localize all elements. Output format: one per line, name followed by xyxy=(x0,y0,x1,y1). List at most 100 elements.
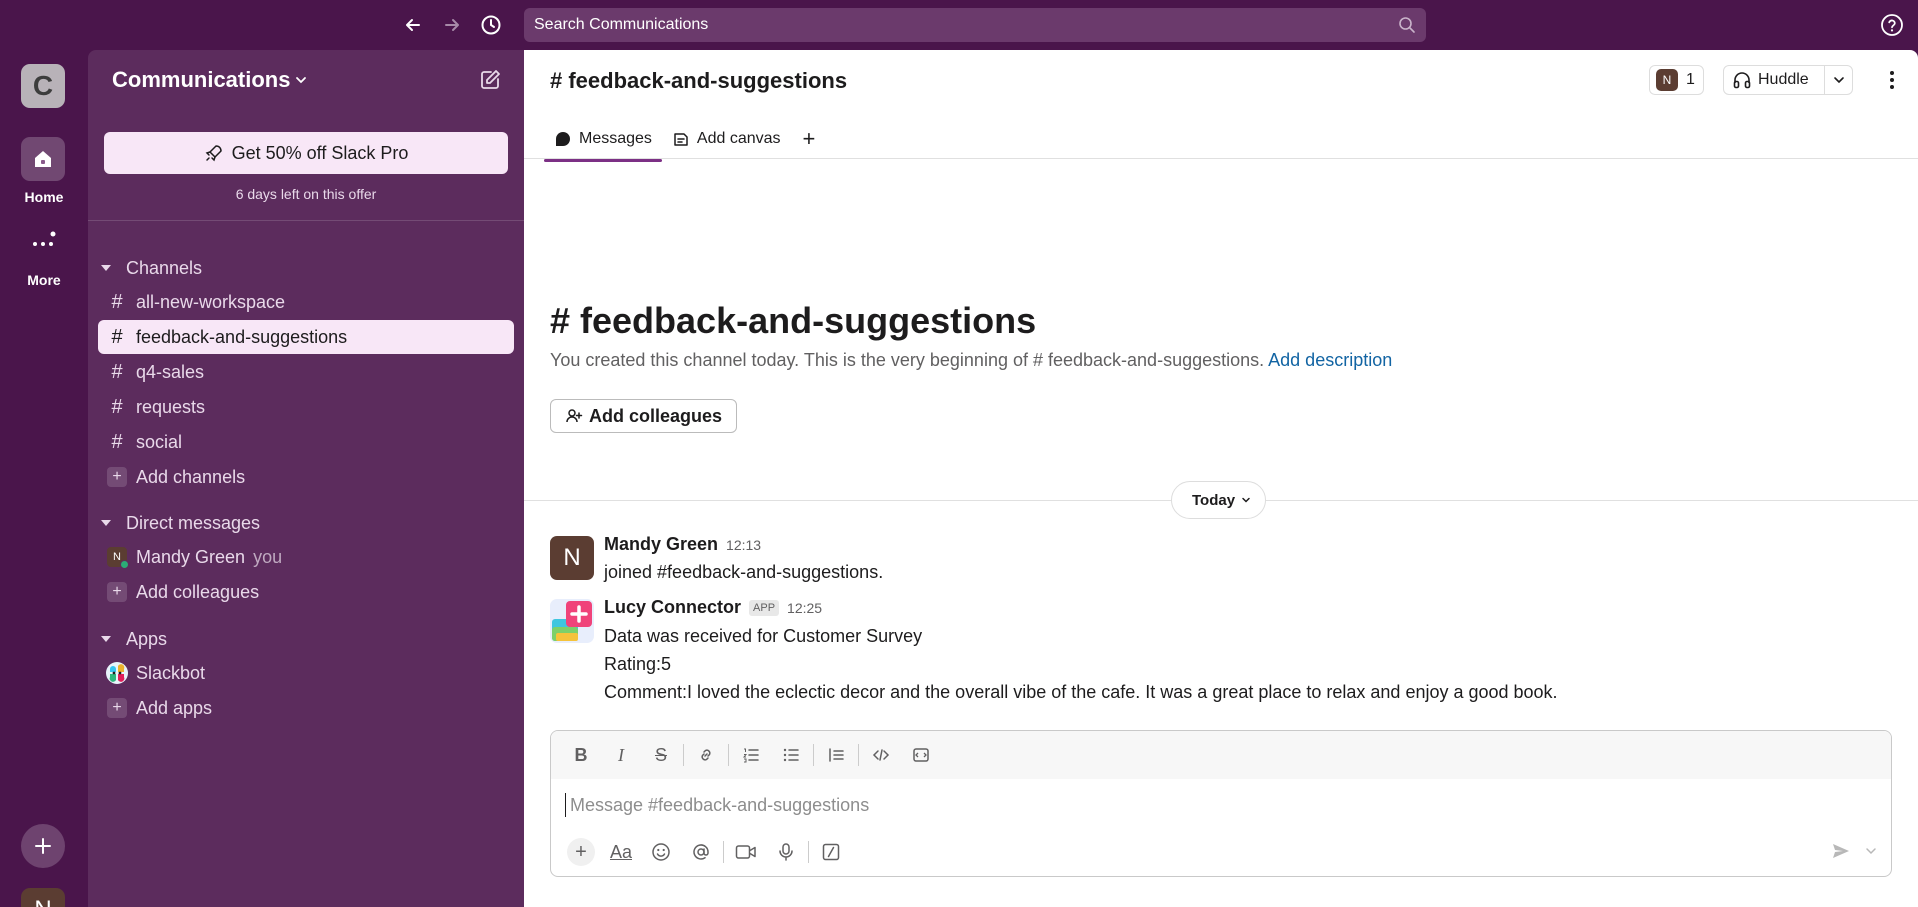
italic-icon[interactable]: I xyxy=(601,740,641,770)
blockquote-icon[interactable] xyxy=(816,740,856,770)
avatar: N xyxy=(1656,69,1678,91)
sidebar-item-requests[interactable]: # requests xyxy=(98,390,514,424)
channels-section-header[interactable]: Channels xyxy=(88,253,524,283)
add-apps-button[interactable]: + Add apps xyxy=(98,691,514,725)
message-author[interactable]: Lucy Connector xyxy=(604,597,741,618)
workspace-switcher[interactable]: C xyxy=(21,64,65,108)
code-block-icon[interactable] xyxy=(901,740,941,770)
toolbar-separator xyxy=(808,841,809,863)
message-input[interactable] xyxy=(565,793,1865,817)
dm-section-header[interactable]: Direct messages xyxy=(88,508,524,538)
plus-icon: + xyxy=(107,698,127,718)
message-timestamp[interactable]: 12:25 xyxy=(787,600,822,616)
avatar: N xyxy=(107,547,129,569)
back-arrow-icon[interactable] xyxy=(400,12,426,38)
user-avatar[interactable]: N xyxy=(21,888,65,907)
canvas-icon xyxy=(674,133,688,146)
tab-messages[interactable]: Messages xyxy=(544,122,662,162)
message-timestamp[interactable]: 12:13 xyxy=(726,537,761,553)
sidebar-item-all-new-workspace[interactable]: # all-new-workspace xyxy=(98,285,514,319)
bulleted-list-icon[interactable] xyxy=(771,740,811,770)
message-header: Mandy Green 12:13 xyxy=(604,534,761,555)
member-count: 1 xyxy=(1686,71,1695,88)
link-icon[interactable] xyxy=(686,740,726,770)
home-label: Home xyxy=(24,189,64,205)
message-author[interactable]: Mandy Green xyxy=(604,534,718,555)
channel-tabs: Messages Add canvas + xyxy=(544,122,828,162)
emoji-icon[interactable] xyxy=(641,837,681,867)
search-bar[interactable]: Search Communications xyxy=(524,8,1426,42)
history-icon[interactable] xyxy=(478,12,504,38)
add-colleagues-button[interactable]: Add colleagues xyxy=(550,399,738,433)
send-icon[interactable] xyxy=(1831,841,1851,861)
add-channels-button[interactable]: + Add channels xyxy=(98,460,514,494)
add-tab-button[interactable]: + xyxy=(791,122,828,156)
slash-command-icon[interactable] xyxy=(811,837,851,867)
add-channels-label: Add channels xyxy=(136,466,246,487)
sidebar-item-dm-mandy-green[interactable]: N Mandy Green you xyxy=(98,540,514,574)
intro-description: You created this channel today. This is … xyxy=(550,350,1265,370)
sidebar-item-slackbot[interactable]: Slackbot xyxy=(98,656,514,690)
channel-name: q4-sales xyxy=(136,361,205,382)
sidebar-divider xyxy=(88,220,524,221)
workspace-name-menu[interactable]: Communications xyxy=(112,67,308,93)
more-options-icon[interactable] xyxy=(1882,68,1902,92)
workspace-name: Communications xyxy=(112,67,291,92)
video-icon[interactable] xyxy=(726,837,766,867)
channel-title[interactable]: # feedback-and-suggestions xyxy=(550,68,847,94)
chevron-down-icon[interactable] xyxy=(1824,65,1852,95)
upgrade-promo-button[interactable]: Get 50% off Slack Pro xyxy=(104,132,508,174)
bold-icon[interactable]: B xyxy=(561,740,601,770)
chevron-down-icon[interactable] xyxy=(1865,845,1877,857)
message-composer: B I S Message #feedback-and-suggestions … xyxy=(550,730,1892,877)
compose-icon[interactable] xyxy=(478,68,502,92)
plus-icon: + xyxy=(567,838,595,866)
microphone-icon[interactable] xyxy=(766,837,806,867)
forward-arrow-icon[interactable] xyxy=(439,12,465,38)
app-badge: APP xyxy=(749,599,780,616)
dm-user-name: Mandy Green xyxy=(136,546,246,567)
channel-intro-title: # feedback-and-suggestions xyxy=(550,300,1037,341)
toolbar-separator xyxy=(683,744,684,766)
huddle-button[interactable]: Huddle xyxy=(1723,65,1853,95)
add-workspace-button[interactable] xyxy=(21,824,65,868)
add-apps-label: Add apps xyxy=(136,697,213,718)
tab-add-canvas[interactable]: Add canvas xyxy=(662,122,791,156)
plus-icon: + xyxy=(107,467,127,487)
help-icon[interactable] xyxy=(1880,13,1904,37)
rocket-icon xyxy=(205,145,222,162)
members-button[interactable]: N 1 xyxy=(1649,65,1704,95)
message-text: Data was received for Customer Survey xyxy=(604,626,923,646)
home-button[interactable] xyxy=(21,137,65,181)
apps-section-header[interactable]: Apps xyxy=(88,624,524,654)
avatar[interactable]: N xyxy=(550,536,594,580)
more-button[interactable] xyxy=(21,222,65,266)
message-text: Rating:5 xyxy=(604,654,672,674)
message-text: joined #feedback-and-suggestions. xyxy=(604,562,884,582)
channel-sidebar: Communications Get 50% off Slack Pro 6 d… xyxy=(88,50,524,907)
toolbar-separator xyxy=(858,744,859,766)
add-colleagues-sidebar-button[interactable]: + Add colleagues xyxy=(98,575,514,609)
add-description-link[interactable]: Add description xyxy=(1268,350,1392,370)
lucy-connector-icon[interactable] xyxy=(550,599,594,643)
code-icon[interactable] xyxy=(861,740,901,770)
text-format-icon[interactable]: Aa xyxy=(601,837,641,867)
strikethrough-icon[interactable]: S xyxy=(641,740,681,770)
attach-button[interactable]: + xyxy=(561,837,601,867)
mention-icon[interactable] xyxy=(681,837,721,867)
user-initial: N xyxy=(34,896,51,907)
header-divider xyxy=(524,158,1918,159)
numbered-list-icon[interactable] xyxy=(731,740,771,770)
apps-header-label: Apps xyxy=(126,628,168,649)
sidebar-item-q4-sales[interactable]: # q4-sales xyxy=(98,355,514,389)
toolbar-separator xyxy=(813,744,814,766)
hash-icon: # xyxy=(111,290,123,313)
workspace-rail: C Home More N xyxy=(0,50,88,907)
huddle-label: Huddle xyxy=(1758,71,1809,88)
add-colleagues-label: Add colleagues xyxy=(136,581,260,602)
search-placeholder: Search Communications xyxy=(534,16,709,33)
sidebar-item-feedback-and-suggestions[interactable]: # feedback-and-suggestions xyxy=(98,320,514,354)
caret-down-icon xyxy=(88,517,126,529)
date-divider-button[interactable]: Today xyxy=(1171,481,1267,519)
sidebar-item-social[interactable]: # social xyxy=(98,425,514,459)
